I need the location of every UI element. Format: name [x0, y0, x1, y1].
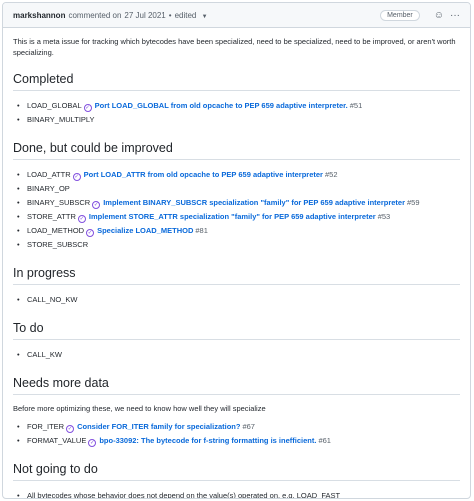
issue-comment: markshannon commented on 27 Jul 2021 • e…	[2, 2, 471, 499]
issue-closed-icon: ✓	[86, 229, 95, 237]
issue-closed-icon: ✓	[92, 201, 101, 209]
bytecode-name: All bytecodes whose behavior does not de…	[27, 491, 341, 499]
issue-link[interactable]: Implement BINARY_SUBSCR specialization "…	[103, 198, 405, 207]
section-heading: Done, but could be improved	[13, 141, 460, 160]
section-note: Before more optimizing these, we need to…	[13, 404, 266, 413]
bytecode-list: All bytecodes whose behavior does not de…	[13, 489, 460, 499]
edited-label: edited	[174, 10, 197, 20]
bytecode-list: FOR_ITER✓Consider FOR_ITER family for sp…	[13, 420, 460, 448]
issue-closed-icon: ✓	[77, 215, 86, 223]
smiley-icon[interactable]: ☺	[434, 10, 444, 21]
kebab-horizontal-icon[interactable]: ···	[450, 10, 460, 21]
list-item: BINARY_MULTIPLY	[13, 113, 460, 127]
list-item: FOR_ITER✓Consider FOR_ITER family for sp…	[13, 420, 460, 434]
bytecode-name: BINARY_MULTIPLY	[27, 115, 95, 124]
issue-link[interactable]: Specialize LOAD_METHOD	[97, 226, 193, 235]
list-item: STORE_SUBSCR	[13, 238, 460, 252]
separator: •	[168, 10, 172, 20]
bytecode-name: BINARY_OP	[27, 184, 70, 193]
bytecode-name: FORMAT_VALUE	[27, 436, 87, 445]
sections-container: CompletedLOAD_GLOBAL✓Port LOAD_GLOBAL fr…	[13, 72, 460, 499]
list-item: FORMAT_VALUE✓bpo-33092: The bytecode for…	[13, 434, 460, 448]
issue-link[interactable]: Implement STORE_ATTR specialization "fam…	[89, 212, 376, 221]
issue-number[interactable]: #67	[242, 422, 255, 431]
list-item: STORE_ATTR✓Implement STORE_ATTR speciali…	[13, 210, 460, 224]
issue-number[interactable]: #61	[318, 436, 331, 445]
role-badge: Member	[380, 9, 420, 21]
issue-number[interactable]: #59	[407, 198, 420, 207]
intro-text: This is a meta issue for tracking which …	[13, 37, 456, 57]
section-heading: To do	[13, 321, 460, 340]
issue-number[interactable]: #51	[350, 101, 363, 110]
issue-closed-icon: ✓	[72, 173, 81, 181]
bytecode-list: CALL_KW	[13, 348, 460, 362]
bytecode-name: STORE_ATTR	[27, 212, 76, 221]
list-item: CALL_KW	[13, 348, 460, 362]
issue-link[interactable]: Consider FOR_ITER family for specializat…	[77, 422, 240, 431]
bytecode-list: LOAD_GLOBAL✓Port LOAD_GLOBAL from old op…	[13, 99, 460, 127]
section-heading: Not going to do	[13, 462, 460, 481]
list-item: LOAD_GLOBAL✓Port LOAD_GLOBAL from old op…	[13, 99, 460, 113]
comment-action: commented on	[68, 10, 122, 20]
issue-number[interactable]: #81	[195, 226, 208, 235]
comment-date[interactable]: 27 Jul 2021	[124, 11, 165, 20]
bytecode-list: LOAD_ATTR✓Port LOAD_ATTR from old opcach…	[13, 168, 460, 252]
bytecode-name: LOAD_GLOBAL	[27, 101, 82, 110]
list-item: CALL_NO_KW	[13, 293, 460, 307]
issue-link[interactable]: bpo-33092: The bytecode for f-string for…	[99, 436, 316, 445]
comment-header: markshannon commented on 27 Jul 2021 • e…	[3, 3, 470, 28]
issue-number[interactable]: #53	[378, 212, 391, 221]
issue-number[interactable]: #52	[325, 170, 338, 179]
issue-closed-icon: ✓	[88, 439, 97, 447]
list-item: LOAD_ATTR✓Port LOAD_ATTR from old opcach…	[13, 168, 460, 182]
list-item: LOAD_METHOD✓Specialize LOAD_METHOD#81	[13, 224, 460, 238]
bytecode-list: CALL_NO_KW	[13, 293, 460, 307]
list-item: BINARY_OP	[13, 182, 460, 196]
edited-dropdown[interactable]: edited ▼	[175, 11, 208, 20]
issue-link[interactable]: Port LOAD_ATTR from old opcache to PEP 6…	[84, 170, 323, 179]
issue-link[interactable]: Port LOAD_GLOBAL from old opcache to PEP…	[95, 101, 348, 110]
author-link[interactable]: markshannon	[13, 11, 65, 20]
bytecode-name: BINARY_SUBSCR	[27, 198, 91, 207]
bytecode-name: CALL_NO_KW	[27, 295, 78, 304]
section-heading: Completed	[13, 72, 460, 91]
bytecode-name: STORE_SUBSCR	[27, 240, 89, 249]
bytecode-name: FOR_ITER	[27, 422, 65, 431]
issue-closed-icon: ✓	[83, 104, 92, 112]
issue-closed-icon: ✓	[66, 425, 75, 433]
bytecode-name: LOAD_ATTR	[27, 170, 71, 179]
section-heading: Needs more data	[13, 376, 460, 395]
chevron-down-icon: ▼	[201, 13, 208, 20]
bytecode-name: LOAD_METHOD	[27, 226, 85, 235]
section-heading: In progress	[13, 266, 460, 285]
list-item: All bytecodes whose behavior does not de…	[13, 489, 460, 499]
bytecode-name: CALL_KW	[27, 350, 63, 359]
comment-body: This is a meta issue for tracking which …	[3, 28, 470, 499]
list-item: BINARY_SUBSCR✓Implement BINARY_SUBSCR sp…	[13, 196, 460, 210]
